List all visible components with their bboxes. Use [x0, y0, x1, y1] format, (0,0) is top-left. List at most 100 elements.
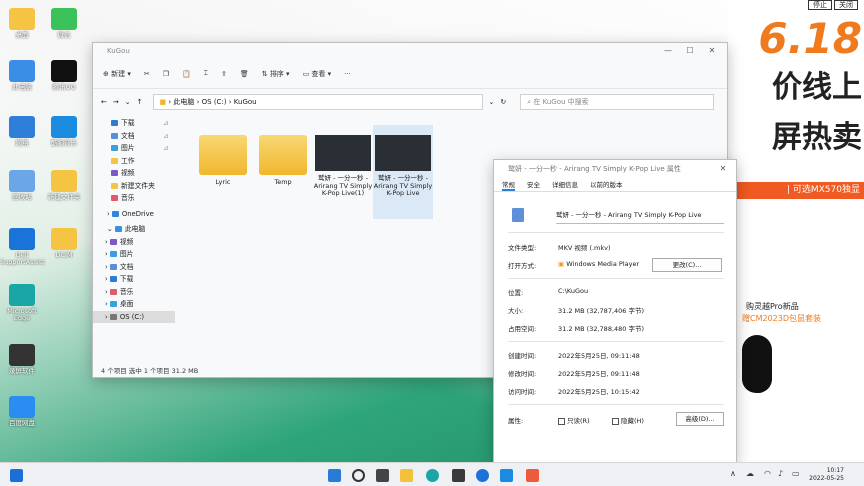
media-player-icon: ▣	[558, 260, 565, 268]
readonly-checkbox[interactable]: 只读(R)	[558, 415, 590, 425]
more-button[interactable]: ···	[344, 70, 351, 78]
search-input[interactable]: ⌕ 在 KuGou 中搜索	[520, 94, 715, 110]
computer-icon	[114, 226, 122, 232]
refresh-icon[interactable]: ↻	[500, 98, 506, 106]
desktop-icon[interactable]: 此电脑	[0, 60, 44, 91]
nav-item[interactable]: › 下载	[93, 273, 175, 286]
nav-item[interactable]: 音乐	[93, 192, 175, 205]
search-icon[interactable]	[352, 469, 365, 482]
nav-item[interactable]: 视频	[93, 167, 175, 180]
sort-icon: ⇅	[261, 69, 268, 78]
folder-item[interactable]: Temp	[253, 125, 313, 195]
desktop-icon-label: 微信	[57, 31, 71, 39]
tab-details[interactable]: 详细信息	[552, 178, 578, 191]
change-button[interactable]: 更改(C)...	[652, 258, 722, 272]
wifi-icon[interactable]: ◠	[764, 469, 771, 478]
nav-this-pc[interactable]: ⌄ 此电脑	[93, 223, 175, 236]
nav-item[interactable]: › 视频	[93, 236, 175, 249]
start-icon[interactable]	[328, 469, 341, 482]
address-bar[interactable]: ■ › 此电脑 › OS (C:) › KuGou	[152, 94, 483, 110]
sort-button[interactable]: ⇅ 排序 ▾	[262, 69, 290, 79]
minimize-icon[interactable]: —	[657, 43, 679, 59]
cloud-icon[interactable]: ☁	[746, 469, 754, 478]
ad-close-button[interactable]: 关闭	[834, 0, 858, 10]
nav-item[interactable]: 文档 ⊿	[93, 130, 175, 143]
app-icon[interactable]	[526, 469, 539, 482]
back-icon[interactable]: ←	[101, 98, 107, 106]
tray-chevron-icon[interactable]: ∧	[730, 469, 736, 478]
nav-item[interactable]: 下载 ⊿	[93, 117, 175, 130]
tab-general[interactable]: 常规	[502, 178, 515, 191]
nav-item[interactable]: › 音乐	[93, 286, 175, 299]
copy-icon[interactable]: ❐	[163, 70, 169, 78]
desktop-icon[interactable]: 桌面	[0, 8, 44, 39]
tab-security[interactable]: 安全	[527, 178, 540, 191]
nav-item[interactable]: › 文档	[93, 261, 175, 274]
desktop-icon[interactable]: 腾讯QQ	[42, 60, 86, 91]
desktop-icon[interactable]: DCIM	[42, 228, 86, 259]
properties-tabs: 常规 安全 详细信息 以前的版本	[494, 178, 736, 192]
folder-item[interactable]: Lyric	[193, 125, 253, 195]
advanced-button[interactable]: 高级(D)...	[676, 412, 724, 426]
desktop-icon[interactable]: 回收站	[0, 170, 44, 201]
task-view-icon[interactable]	[376, 469, 389, 482]
nav-item[interactable]: › 桌面	[93, 298, 175, 311]
ad-stop-button[interactable]: 停止	[808, 0, 832, 10]
app-icon	[9, 116, 35, 138]
breadcrumb: › 此电脑 › OS (C:) › KuGou	[168, 98, 257, 106]
new-button[interactable]: ⊕ 新建 ▾	[103, 69, 131, 79]
battery-icon[interactable]: ▭	[792, 469, 800, 478]
nav-onedrive[interactable]: › OneDrive	[93, 208, 175, 221]
chevron-down-icon[interactable]: ⌄	[125, 98, 131, 106]
tab-previous-versions[interactable]: 以前的版本	[590, 178, 623, 191]
cut-icon[interactable]: ✂	[144, 70, 150, 78]
desktop-icon[interactable]: 新建文件夹	[42, 170, 86, 201]
volume-icon[interactable]: ♪	[778, 469, 783, 478]
folder-icon	[111, 157, 118, 164]
file-explorer-taskbar-icon[interactable]	[400, 469, 413, 482]
rename-icon[interactable]: ⌶	[204, 69, 208, 78]
prop-openwith-value: ▣ Windows Media Player	[558, 260, 640, 268]
nav-item[interactable]: 图片 ⊿	[93, 142, 175, 155]
desktop-icon[interactable]: 百度网盘	[0, 396, 44, 427]
nav-item[interactable]: 新建文件夹	[93, 180, 175, 193]
delete-icon[interactable]: 🗑	[240, 70, 249, 78]
clock[interactable]: 10:17 2022-05-25	[809, 467, 844, 483]
store-icon[interactable]	[452, 469, 465, 482]
address-dropdown-icon[interactable]: ⌄	[489, 98, 495, 106]
edge-icon[interactable]	[426, 469, 439, 482]
filename-field[interactable]: 鹫妍 - 一分一秒 - Arirang TV Simply K-Pop Live	[556, 208, 724, 224]
close-icon[interactable]: ✕	[712, 160, 734, 178]
widgets-icon[interactable]	[10, 469, 23, 482]
nav-item[interactable]: › OS (C:)	[93, 310, 175, 323]
view-button[interactable]: ▭ 查看 ▾	[303, 69, 332, 79]
share-icon[interactable]: ⇪	[221, 70, 227, 78]
desktop-icon[interactable]: 网络	[0, 116, 44, 147]
divider	[508, 341, 724, 342]
desktop-icon[interactable]: 微信	[42, 8, 86, 39]
desktop-icon[interactable]: 录屏软件	[0, 344, 44, 375]
folder-icon	[109, 313, 117, 320]
prop-type-label: 文件类型:	[508, 244, 537, 252]
forward-icon[interactable]: →	[113, 98, 119, 106]
hidden-checkbox[interactable]: 隐藏(H)	[612, 415, 644, 425]
video-file-item[interactable]: 鹫妍 - 一分一秒 - Arirang TV Simply K-Pop Live…	[313, 125, 373, 219]
divider	[508, 232, 724, 233]
app-icon	[9, 284, 35, 306]
maximize-icon[interactable]: ☐	[679, 43, 701, 59]
folder-icon	[111, 120, 118, 126]
desktop-icon[interactable]: 酷狗音乐	[42, 116, 86, 147]
close-icon[interactable]: ✕	[701, 43, 723, 59]
video-file-item[interactable]: 鹫妍 - 一分一秒 - Arirang TV Simply K-Pop Live	[373, 125, 433, 219]
properties-title: 鹫妍 - 一分一秒 - Arirang TV Simply K-Pop Live…	[508, 165, 681, 173]
nav-item[interactable]: 工作	[93, 155, 175, 168]
paste-icon[interactable]: 📋	[182, 70, 191, 78]
ad-big-number: 6.18	[758, 14, 862, 63]
desktop-icon[interactable]: Dell SupportAssist	[0, 228, 45, 266]
kugou-icon[interactable]	[500, 469, 513, 482]
desktop-icon[interactable]: Microsoft Edge	[0, 284, 44, 322]
dell-icon[interactable]	[476, 469, 489, 482]
desktop-icon-label: 桌面	[15, 31, 29, 39]
up-icon[interactable]: ↑	[137, 98, 143, 106]
nav-item[interactable]: › 图片	[93, 248, 175, 261]
